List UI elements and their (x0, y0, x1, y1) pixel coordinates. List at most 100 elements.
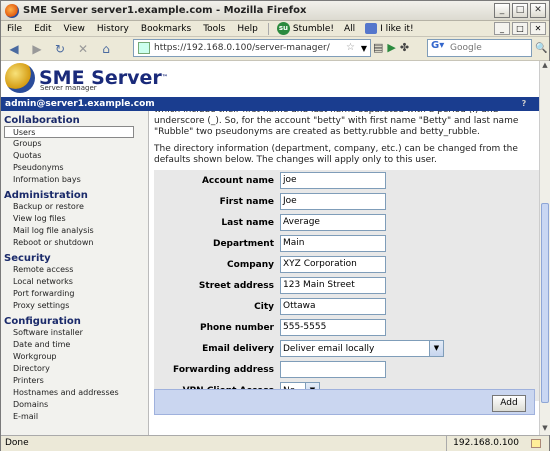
scrollbar-thumb[interactable] (541, 203, 549, 403)
sme-logo: SME Server™ Server manager (5, 63, 168, 93)
sme-logo-icon (5, 63, 35, 93)
menu-bookmarks[interactable]: Bookmarks (135, 24, 197, 34)
form-row: Last name Average (154, 212, 539, 233)
last-name-label: Last name (221, 217, 274, 228)
menu-separator (267, 22, 269, 35)
forwarding-address-field[interactable] (280, 361, 386, 378)
sidebar-item-workgroup[interactable]: Workgroup (1, 351, 148, 363)
scroll-up-icon[interactable]: ▲ (540, 61, 550, 72)
google-icon: G▾ (431, 40, 445, 51)
window-title: SME Server server1.example.com - Mozilla… (23, 5, 307, 16)
menu-tools[interactable]: Tools (197, 24, 231, 34)
section-administration: Administration (4, 190, 88, 201)
browser-window: SME Server server1.example.com - Mozilla… (0, 0, 550, 451)
status-ip: 192.168.0.100 (446, 436, 525, 451)
close-small-button[interactable]: ✕ (530, 22, 546, 35)
sidebar-item-pseudonyms[interactable]: Pseudonyms (1, 162, 148, 174)
email-delivery-select[interactable]: Deliver email locally ▼ (280, 340, 444, 357)
phone-number-field[interactable]: 555-5555 (280, 319, 386, 336)
brand-subtitle: Server manager (40, 84, 97, 92)
url-dropdown-icon[interactable]: ▼ (358, 44, 370, 53)
search-icon[interactable]: 🔍 (535, 43, 547, 54)
sidebar-item-port-forwarding[interactable]: Port forwarding (1, 288, 148, 300)
sidebar-item-software-installer[interactable]: Software installer (1, 327, 148, 339)
sidebar-item-users[interactable]: Users (4, 126, 134, 138)
restore-small-button[interactable]: □ (512, 22, 528, 35)
add-button[interactable]: Add (492, 395, 526, 412)
forward-button[interactable]: ▶ (27, 40, 47, 58)
url-text: https://192.168.0.100/server-manager/ (154, 43, 330, 53)
sidebar-item-remote-access[interactable]: Remote access (1, 264, 148, 276)
help-icon[interactable]: ? (519, 99, 529, 109)
scroll-down-icon[interactable]: ▼ (540, 424, 550, 435)
city-label: City (254, 301, 274, 312)
close-button[interactable]: ✕ (530, 3, 546, 18)
reload-icon[interactable]: ↻ (50, 40, 70, 58)
search-box[interactable]: G▾ (427, 39, 532, 57)
sidebar-item-directory[interactable]: Directory (1, 363, 148, 375)
sidebar-item-proxy-settings[interactable]: Proxy settings (1, 300, 148, 312)
status-bar: Done 192.168.0.100 (1, 435, 549, 451)
city-field[interactable]: Ottawa (280, 298, 386, 315)
sidebar-item-hostnames[interactable]: Hostnames and addresses (1, 387, 148, 399)
stop-icon[interactable]: ✕ (73, 40, 93, 58)
user-form: Account name joe First name Joe Last nam… (154, 170, 539, 401)
company-label: Company (227, 259, 274, 270)
sidebar-item-local-networks[interactable]: Local networks (1, 276, 148, 288)
search-input[interactable] (450, 43, 528, 53)
form-row: Phone number 555-5555 (154, 317, 539, 338)
logged-in-user: admin@server1.example.com (5, 99, 155, 109)
back-button[interactable]: ◀ (4, 40, 24, 58)
sidebar-item-information-bays[interactable]: Information bays (1, 174, 148, 186)
bookmark-star-icon[interactable]: ☆ (346, 42, 355, 53)
page-scrollbar[interactable]: ▲ ▼ (539, 61, 550, 435)
home-icon[interactable]: ⌂ (96, 40, 116, 58)
sidebar-item-view-log-files[interactable]: View log files (1, 213, 148, 225)
first-name-field[interactable]: Joe (280, 193, 386, 210)
sidebar-item-date-time[interactable]: Date and time (1, 339, 148, 351)
sidebar-item-quotas[interactable]: Quotas (1, 150, 148, 162)
puzzle-icon[interactable]: ✤ (400, 41, 409, 54)
sidebar-item-domains[interactable]: Domains (1, 399, 148, 411)
form-row: Forwarding address (154, 359, 539, 380)
sidebar-item-backup-restore[interactable]: Backup or restore (1, 201, 148, 213)
main-panel: which include their first name and last … (154, 111, 539, 435)
email-delivery-value: Deliver email locally (283, 343, 375, 354)
form-row: Street address 123 Main Street (154, 275, 539, 296)
menu-help[interactable]: Help (231, 24, 264, 34)
like-button[interactable]: I like it! (361, 23, 417, 34)
menu-view[interactable]: View (58, 24, 91, 34)
user-bar: admin@server1.example.com ? (1, 97, 539, 111)
url-bar[interactable]: https://192.168.0.100/server-manager/ ☆ … (133, 39, 371, 57)
menu-history[interactable]: History (91, 24, 135, 34)
department-field[interactable]: Main (280, 235, 386, 252)
sidebar-item-reboot-shutdown[interactable]: Reboot or shutdown (1, 237, 148, 249)
street-address-label: Street address (198, 280, 274, 291)
go-controls: ▤ ▶ ✤ (373, 41, 409, 54)
minimize-button[interactable]: _ (494, 3, 510, 18)
sidebar-item-mail-log-analysis[interactable]: Mail log file analysis (1, 225, 148, 237)
account-name-label: Account name (201, 175, 274, 186)
sidebar-item-printers[interactable]: Printers (1, 375, 148, 387)
go-icon[interactable]: ▶ (387, 41, 395, 54)
sidebar-item-email[interactable]: E-mail (1, 411, 148, 423)
menu-file[interactable]: File (1, 24, 28, 34)
street-address-field[interactable]: 123 Main Street (280, 277, 386, 294)
last-name-field[interactable]: Average (280, 214, 386, 231)
form-row: Company XYZ Corporation (154, 254, 539, 275)
company-field[interactable]: XYZ Corporation (280, 256, 386, 273)
form-row: Account name joe (154, 170, 539, 191)
minimize-small-button[interactable]: _ (494, 22, 510, 35)
menu-edit[interactable]: Edit (28, 24, 57, 34)
all-dropdown[interactable]: All (338, 24, 361, 34)
stumble-button[interactable]: su Stumble! (273, 22, 338, 35)
sidebar-item-groups[interactable]: Groups (1, 138, 148, 150)
window-controls: _ □ ✕ (494, 3, 546, 18)
first-name-label: First name (219, 196, 274, 207)
sme-header: SME Server™ Server manager (1, 61, 539, 97)
thumbs-up-icon (365, 23, 378, 34)
maximize-button[interactable]: □ (512, 3, 528, 18)
account-name-field[interactable]: joe (280, 172, 386, 189)
forwarding-address-label: Forwarding address (173, 364, 274, 375)
page-menu-icon[interactable]: ▤ (373, 41, 383, 54)
